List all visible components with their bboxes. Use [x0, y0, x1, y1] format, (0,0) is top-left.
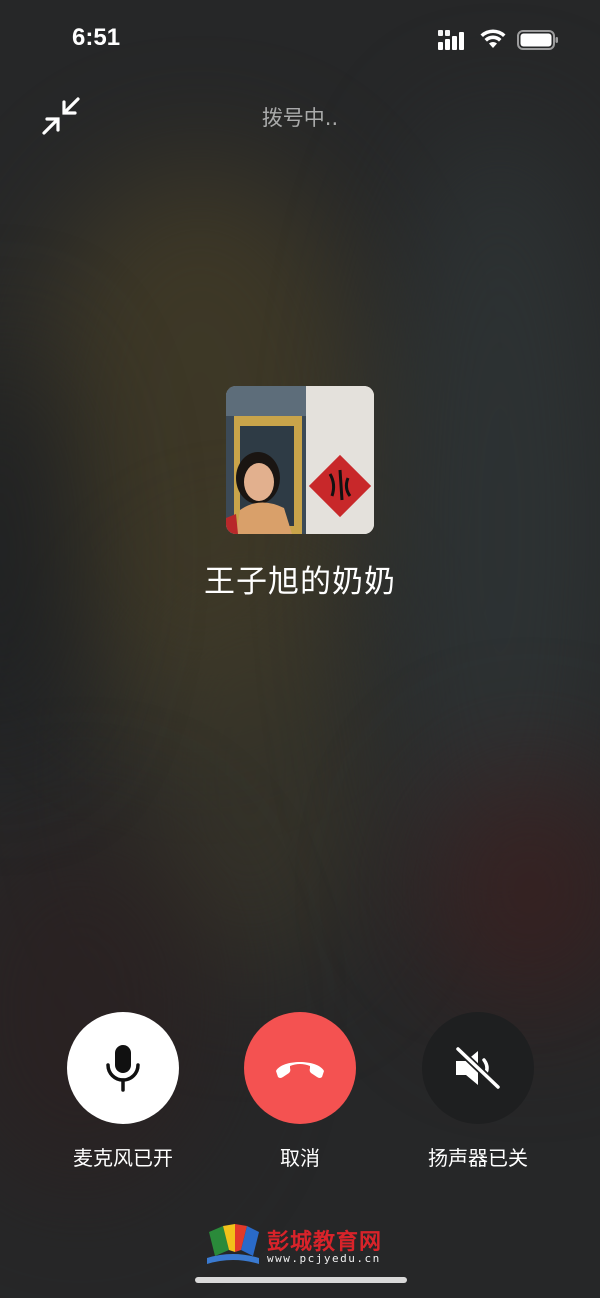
- microphone-toggle-button[interactable]: [67, 1012, 179, 1124]
- speaker-muted-icon: [454, 1045, 502, 1091]
- home-indicator[interactable]: [195, 1277, 407, 1283]
- watermark-logo: 彭城教育网 www.pcjyedu.cn: [205, 1222, 405, 1270]
- status-bar: 6:51: [0, 0, 600, 80]
- microphone-icon: [106, 1045, 140, 1092]
- microphone-label: 麦克风已开: [73, 1146, 173, 1170]
- battery-icon: [517, 30, 558, 50]
- cancel-label: 取消: [280, 1146, 320, 1170]
- speaker-label: 扬声器已关: [428, 1146, 528, 1170]
- caller-name: 王子旭的奶奶: [204, 564, 396, 600]
- book-logo-icon: [207, 1224, 259, 1264]
- speaker-toggle-button[interactable]: [422, 1012, 534, 1124]
- voice-call-screen: 6:51 拨号中.. 王子旭的奶奶 麦克风已开 取消 扬声器已关 彭城教育网 w…: [0, 0, 600, 1298]
- cancel-control: 取消: [210, 1012, 390, 1171]
- speaker-control: 扬声器已关: [388, 1012, 568, 1171]
- hang-up-phone-icon: [276, 1062, 324, 1078]
- status-time: 6:51: [72, 24, 121, 51]
- call-status-text: 拨号中..: [261, 106, 339, 130]
- cancel-call-button[interactable]: [244, 1012, 356, 1124]
- microphone-control: 麦克风已开: [33, 1012, 213, 1171]
- wifi-icon: [480, 29, 506, 48]
- caller-avatar: [226, 386, 374, 534]
- watermark-url: www.pcjyedu.cn: [267, 1252, 381, 1265]
- cellular-signal-icon: [438, 30, 470, 50]
